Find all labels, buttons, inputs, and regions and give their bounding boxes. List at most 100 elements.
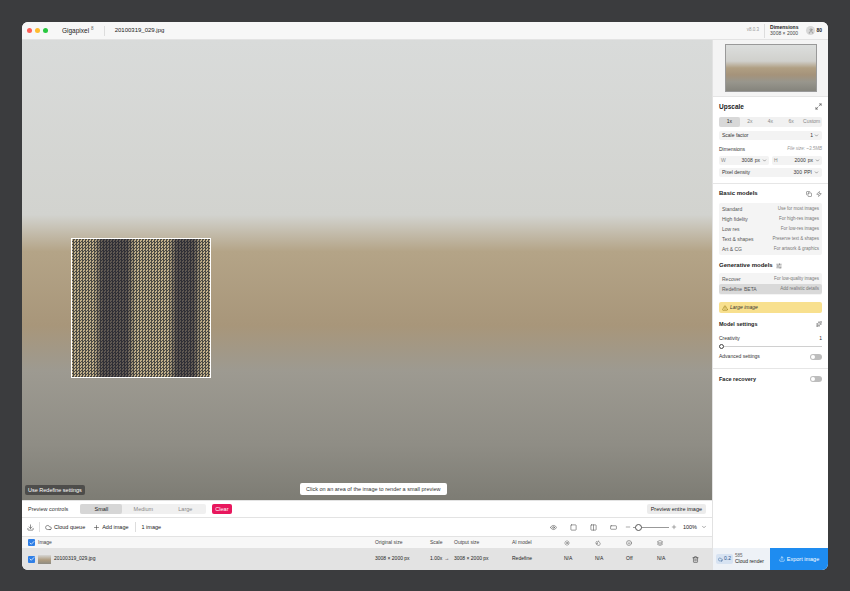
- compare-icon[interactable]: [806, 191, 812, 197]
- zoom-in-icon[interactable]: [671, 524, 677, 530]
- file-size: File size: ~3.5MB: [787, 146, 822, 153]
- model-list: Standard Use for most imagesHigh fidelity…: [719, 203, 822, 255]
- zoom-out-icon[interactable]: [625, 524, 631, 530]
- scale-factor-field[interactable]: Scale factor1: [719, 131, 822, 140]
- minimize-button[interactable]: [35, 28, 40, 33]
- preview-size-option[interactable]: Large: [164, 504, 206, 514]
- large-image-warning: Large image: [719, 302, 822, 313]
- toolbar: Cloud queueAdd image1 image100%: [22, 517, 712, 536]
- preview-region-shade: [72, 239, 210, 377]
- column-header: Image: [38, 539, 52, 547]
- scale-tab[interactable]: Custom: [801, 117, 822, 127]
- zoom-button[interactable]: [43, 28, 48, 33]
- preview-controls: Preview controlsSmallMediumLargeClearPre…: [22, 500, 712, 517]
- model-name: RedefineBETA: [722, 286, 757, 294]
- zoom-slider-knob[interactable]: [635, 524, 642, 531]
- generative-icon: [776, 263, 782, 269]
- sidebar: Upscale1x2x4x6xCustomScale factor1Dimens…: [713, 40, 828, 548]
- check-icon: [29, 540, 35, 546]
- model-item[interactable]: High fidelityFor high-res images: [719, 214, 822, 224]
- model-tag: BETA: [744, 286, 757, 294]
- model-list: RecoverFor low-quality imagesRedefineBET…: [719, 273, 822, 295]
- upscale-header: Upscale: [719, 102, 822, 112]
- toggle-knob: [811, 355, 815, 359]
- preview-tooltip: Click on an area of the image to render …: [300, 483, 447, 495]
- preview-region[interactable]: [71, 238, 211, 378]
- export-icon: [779, 556, 785, 562]
- column-header: Scale: [430, 539, 454, 547]
- row-thumbnail: [38, 555, 51, 564]
- row-scale: 1.00x→: [430, 555, 454, 563]
- eye-icon[interactable]: [550, 524, 557, 531]
- table-row[interactable]: 20100319_029.jpg3008 × 2000 px1.00x→3008…: [22, 548, 712, 570]
- model-name: Low res: [722, 226, 740, 234]
- checkbox[interactable]: [28, 539, 35, 546]
- cloud-render[interactable]: 0.2585Cloud render: [713, 548, 770, 570]
- scale-tab[interactable]: 2x: [740, 117, 761, 127]
- model-item[interactable]: Text & shapes Preserve text & shapes: [719, 234, 822, 244]
- generative-models-header: Generative models: [719, 261, 822, 270]
- warning-icon: [722, 305, 728, 311]
- model-name: Text & shapes: [722, 236, 753, 244]
- cloud-icon: [45, 524, 52, 531]
- toggle-knob: [811, 377, 815, 381]
- model-item[interactable]: RecoverFor low-quality images: [719, 274, 822, 284]
- scale-tab[interactable]: 1x: [719, 117, 740, 127]
- cloud-queue-button[interactable]: Cloud queue: [45, 523, 85, 531]
- model-desc: Use for most images: [778, 206, 819, 213]
- auto-icon[interactable]: [816, 191, 822, 197]
- preview-size-option[interactable]: Small: [80, 504, 122, 514]
- pixel-density-field[interactable]: Pixel density300PPI: [719, 168, 822, 177]
- row-flag: N/A: [564, 555, 595, 563]
- add-image-button[interactable]: Add image: [93, 523, 128, 531]
- zoom-slider[interactable]: [633, 527, 669, 528]
- navigator-thumbnail[interactable]: [725, 44, 817, 92]
- split-view-icon[interactable]: [590, 524, 597, 531]
- zoom-value[interactable]: 100%: [683, 523, 697, 531]
- image-preview[interactable]: Use Redefine settingsClick on an area of…: [22, 40, 712, 500]
- preview-size-option[interactable]: Medium: [122, 504, 164, 514]
- preview-entire-button[interactable]: Preview entire image: [647, 504, 706, 514]
- row-original-size: 3008 × 2000 px: [375, 555, 430, 563]
- row-file-name: 20100319_029.jpg: [54, 555, 95, 563]
- single-view-icon[interactable]: [570, 524, 577, 531]
- sparkle-icon[interactable]: [816, 321, 822, 327]
- title-divider: [764, 24, 765, 38]
- creativity-slider[interactable]: [719, 346, 822, 347]
- model-desc: Preserve text & shapes: [772, 236, 819, 243]
- collapse-icon[interactable]: [27, 524, 34, 531]
- toggle[interactable]: [810, 376, 822, 382]
- model-item[interactable]: Standard Use for most images: [719, 204, 822, 214]
- height-field[interactable]: H2000px: [772, 156, 822, 165]
- toolbar-divider: [135, 522, 136, 532]
- title-divider: [104, 26, 105, 36]
- export-button[interactable]: Export image: [770, 548, 828, 570]
- row-flag: N/A: [657, 555, 688, 563]
- checkbox[interactable]: [28, 556, 35, 563]
- title-bar: Gigapixel820100319_029.jpgv8.0.3Dimensio…: [22, 22, 828, 40]
- side-by-side-icon[interactable]: [610, 524, 617, 531]
- clear-button[interactable]: Clear: [212, 504, 231, 514]
- creativity-slider-knob[interactable]: [719, 344, 724, 349]
- dropdown-icon: [814, 170, 819, 175]
- traffic-lights: [27, 28, 48, 33]
- close-button[interactable]: [27, 28, 32, 33]
- model-name: Art & CG: [722, 246, 742, 254]
- model-item[interactable]: Low resFor low-res images: [719, 224, 822, 234]
- account[interactable]: 80: [806, 26, 822, 35]
- column-header: Output size: [454, 539, 512, 547]
- face-column-icon: [626, 540, 632, 546]
- zoom-chevron-icon[interactable]: [701, 524, 707, 530]
- model-name: Standard: [722, 206, 742, 214]
- app-version: v8.0.3: [747, 27, 759, 34]
- toolbar-divider: [39, 522, 40, 532]
- resize-icon[interactable]: [815, 103, 822, 110]
- scale-tab[interactable]: 4x: [760, 117, 781, 127]
- trash-icon[interactable]: [692, 556, 699, 563]
- plus-icon: [93, 524, 100, 531]
- scale-tab[interactable]: 6x: [781, 117, 802, 127]
- toggle[interactable]: [810, 354, 822, 360]
- model-item[interactable]: RedefineBETAAdd realistic details: [719, 284, 822, 294]
- model-item[interactable]: Art & CGFor artwork & graphics: [719, 244, 822, 254]
- width-field[interactable]: W3008px: [719, 156, 769, 165]
